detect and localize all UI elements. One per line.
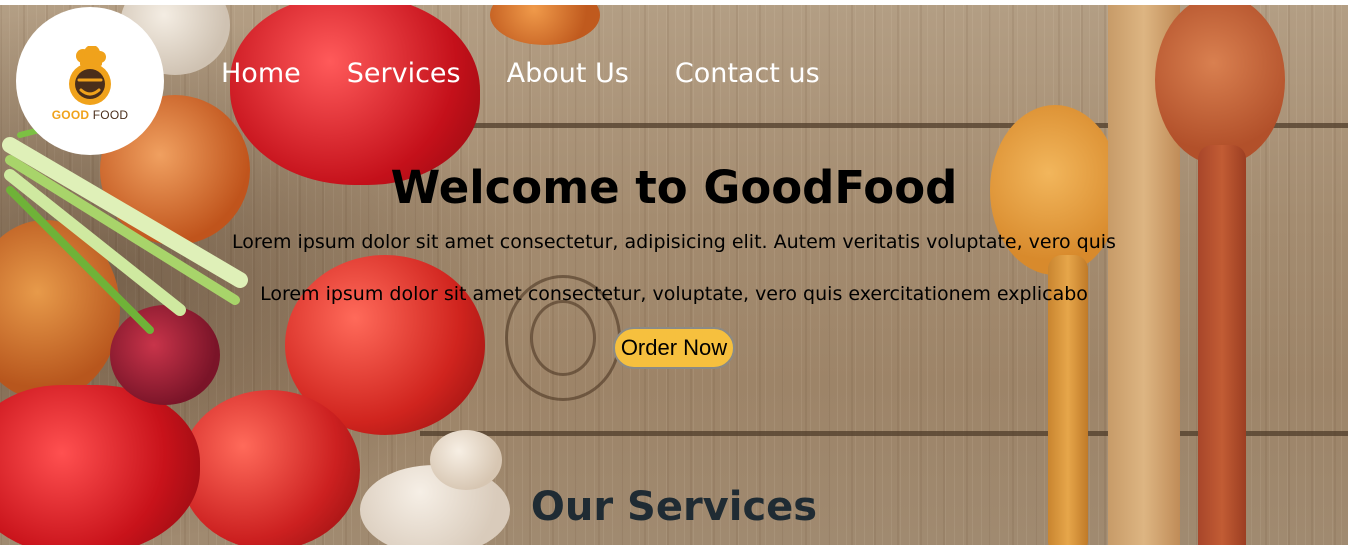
nav-item-contact-us[interactable]: Contact us [675, 57, 820, 91]
mushroom-decoration [430, 430, 502, 490]
chef-hat-logo-icon [69, 46, 111, 105]
nav-item-services[interactable]: Services [347, 57, 461, 91]
brand-logo[interactable]: GOOD FOOD [16, 7, 164, 155]
wooden-spoon-decoration [1155, 5, 1285, 165]
nav-item-about-us[interactable]: About Us [507, 57, 629, 91]
logo-text-food: FOOD [92, 108, 129, 122]
logo-text-good: GOOD [51, 108, 90, 122]
order-now-button[interactable]: Order Now [612, 327, 736, 369]
hero-title: Welcome to GoodFood [390, 161, 958, 214]
nav-item-home[interactable]: Home [221, 57, 301, 91]
order-button-wrap: Order Now [0, 327, 1348, 369]
hero-description-line-1: Lorem ipsum dolor sit amet consectetur, … [232, 231, 1116, 253]
main-nav: Home Services About Us Contact us [221, 57, 866, 91]
hero-description-line-2: Lorem ipsum dolor sit amet consectetur, … [260, 283, 1088, 305]
services-section-title: Our Services [530, 484, 818, 530]
red-pepper-decoration [230, 5, 480, 185]
